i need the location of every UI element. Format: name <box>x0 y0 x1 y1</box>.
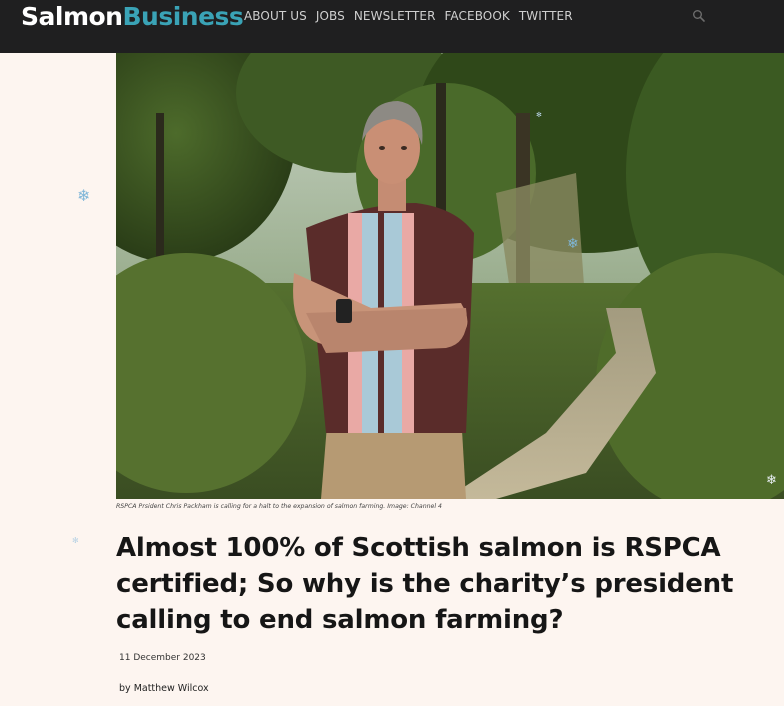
site-logo[interactable]: SalmonBusiness <box>21 2 244 32</box>
image-caption: RSPCA Prsident Chris Packham is calling … <box>116 503 442 510</box>
article-byline: by Matthew Wilcox <box>119 683 209 694</box>
article-hero-image <box>116 53 784 499</box>
logo-text-business: Business <box>122 2 244 31</box>
logo-text-salmon: Salmon <box>21 2 123 31</box>
byline-prefix: by <box>119 683 134 694</box>
nav-facebook[interactable]: FACEBOOK <box>445 8 510 24</box>
snowflake-icon: ✻ <box>72 536 79 545</box>
nav-jobs[interactable]: JOBS <box>316 8 345 24</box>
article-headline: Almost 100% of Scottish salmon is RSPCA … <box>116 533 734 635</box>
search-icon[interactable] <box>692 9 706 23</box>
main-nav: ABOUT US JOBS NEWSLETTER FACEBOOK TWITTE… <box>244 8 582 24</box>
author-link[interactable]: Matthew Wilcox <box>134 683 209 694</box>
top-navigation-bar: SalmonBusiness ABOUT US JOBS NEWSLETTER … <box>0 0 784 53</box>
snowflake-icon: ❄ <box>77 188 91 205</box>
nav-about-us[interactable]: ABOUT US <box>244 8 307 24</box>
nav-newsletter[interactable]: NEWSLETTER <box>354 8 436 24</box>
article-date: 11 December 2023 <box>119 653 206 663</box>
nav-twitter[interactable]: TWITTER <box>519 8 573 24</box>
